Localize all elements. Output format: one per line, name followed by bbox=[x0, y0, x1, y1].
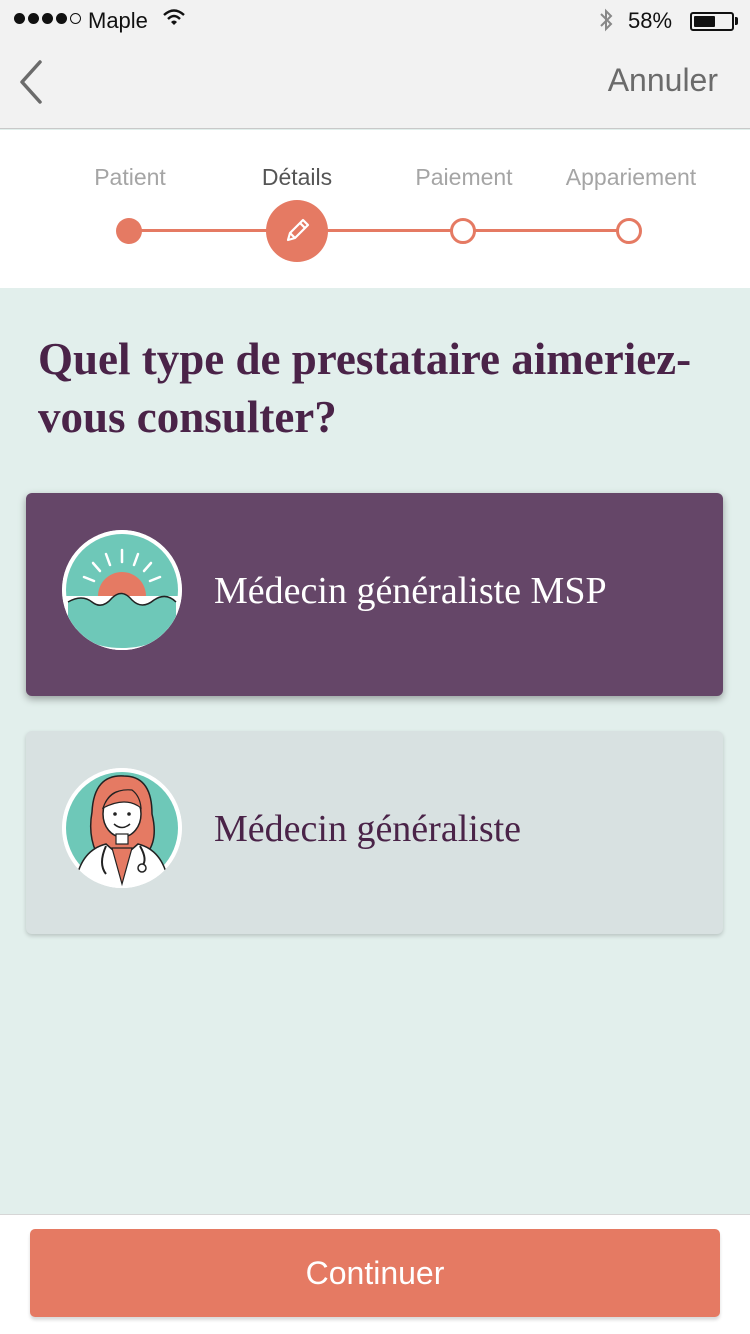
option-label-generaliste: Médecin généraliste bbox=[214, 808, 522, 850]
option-card-msp[interactable]: Médecin généraliste MSP bbox=[26, 493, 723, 696]
cancel-button[interactable]: Annuler bbox=[608, 62, 718, 99]
pencil-icon bbox=[286, 218, 310, 242]
doctor-icon bbox=[62, 768, 182, 888]
stepper-line bbox=[130, 229, 630, 232]
step-label-patient: Patient bbox=[94, 164, 166, 190]
step-dot-patient bbox=[116, 218, 142, 244]
navigation-bar: Maple 58% Annuler bbox=[0, 0, 750, 129]
signal-strength-icon bbox=[14, 13, 81, 24]
step-dot-paiement bbox=[450, 218, 476, 244]
sunrise-icon bbox=[62, 530, 182, 650]
battery-icon bbox=[690, 12, 734, 31]
step-dot-details bbox=[266, 200, 328, 262]
step-dot-appariement bbox=[616, 218, 642, 244]
step-label-details: Détails bbox=[261, 164, 333, 190]
battery-tip bbox=[735, 17, 738, 25]
battery-percent: 58% bbox=[628, 8, 673, 33]
continue-button[interactable]: Continuer bbox=[30, 1229, 720, 1317]
option-label-msp: Médecin généraliste MSP bbox=[214, 570, 607, 612]
option-card-generaliste[interactable]: Médecin généraliste bbox=[26, 731, 723, 934]
bluetooth-icon bbox=[598, 7, 614, 39]
status-bar: Maple 58% bbox=[0, 0, 750, 42]
step-label-paiement: Paiement bbox=[415, 164, 513, 190]
back-button[interactable] bbox=[14, 58, 50, 106]
footer-bar: Continuer bbox=[0, 1214, 750, 1334]
wifi-icon bbox=[162, 8, 186, 34]
question-heading: Quel type de prestataire aimeriez-vous c… bbox=[38, 334, 692, 442]
progress-stepper: Patient Détails Paiement Appariement bbox=[0, 130, 750, 288]
chevron-left-icon bbox=[20, 60, 42, 104]
carrier-name: Maple bbox=[88, 8, 148, 33]
step-label-appariement: Appariement bbox=[565, 164, 697, 190]
